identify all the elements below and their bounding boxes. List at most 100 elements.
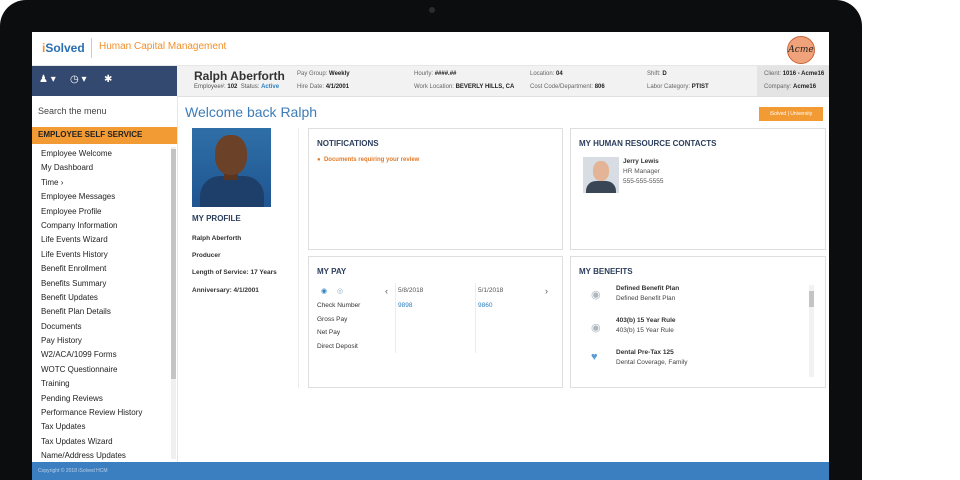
sidebar-item-tax-updates[interactable]: Tax Updates: [32, 420, 171, 434]
photo-body: [200, 176, 264, 207]
section-title: EMPLOYEE SELF SERVICE: [38, 130, 143, 139]
sidebar-item-documents[interactable]: Documents: [32, 320, 171, 334]
my-profile-title: MY PROFILE: [192, 214, 241, 223]
sidebar-item-employee-welcome[interactable]: Employee Welcome: [32, 147, 171, 161]
benefit-name[interactable]: Defined Benefit Plan: [616, 285, 679, 292]
company-field: Company: Acme16: [764, 84, 816, 90]
hire-date-field: Hire Date: 4/1/2001: [297, 84, 349, 90]
profile-service: Length of Service: 17 Years: [192, 269, 277, 276]
user-icon[interactable]: ♟ ▾: [39, 74, 56, 85]
company-value: Acme16: [793, 84, 817, 90]
work-location-label: Work Location:: [414, 84, 454, 90]
pay-prev-button[interactable]: ‹: [385, 286, 388, 296]
sidebar-item-benefit-updates[interactable]: Benefit Updates: [32, 291, 171, 305]
shift-label: Shift:: [647, 71, 661, 77]
sidebar-item-life-events-history[interactable]: Life Events History: [32, 248, 171, 262]
pay-check-2-link[interactable]: 9860: [478, 302, 492, 309]
labor-category-value: PTIST: [691, 84, 709, 90]
sidebar-item-pending-reviews[interactable]: Pending Reviews: [32, 392, 171, 406]
pay-label-direct-deposit: Direct Deposit: [317, 343, 358, 350]
my-benefits-title: MY BENEFITS: [579, 267, 633, 276]
client-field: Client: 1016 - Acme16: [764, 71, 824, 77]
sidebar-item-company-information[interactable]: Company Information: [32, 219, 171, 233]
hourly-field: Hourly: ####.##: [414, 71, 456, 77]
pay-column-divider: [475, 283, 476, 353]
benefit-sub: Defined Benefit Plan: [616, 295, 676, 302]
client-value: 1016 - Acme16: [782, 71, 825, 77]
employee-strip: Ralph Aberforth Employee#: 102 Status: A…: [177, 66, 829, 97]
location-label: Location:: [530, 71, 555, 77]
pay-group-label: Pay Group:: [297, 71, 328, 77]
sidebar-item-tax-updates-wizard[interactable]: Tax Updates Wizard: [32, 435, 171, 449]
contact-name: Jerry Lewis: [623, 158, 659, 165]
clock-icon[interactable]: ◷ ▾: [70, 74, 87, 85]
benefit-name[interactable]: 403(b) 15 Year Rule: [616, 317, 676, 324]
sidebar-item-benefit-plan-details[interactable]: Benefit Plan Details: [32, 305, 171, 319]
footer: Copyright © 2018 iSolved HCM: [32, 462, 829, 480]
isolved-logo[interactable]: iSolved: [42, 41, 85, 55]
camera-dot: [429, 7, 435, 13]
client-label: Client:: [764, 71, 782, 77]
hourly-value: ####.##: [434, 71, 457, 77]
benefit-sub: Dental Coverage, Family: [616, 359, 688, 366]
notifications-title: NOTIFICATIONS: [317, 139, 379, 148]
hourly-label: Hourly:: [414, 71, 434, 77]
profile-role: Producer: [192, 252, 221, 259]
sidebar-item-employee-profile[interactable]: Employee Profile: [32, 205, 171, 219]
piggy-bank-icon: ◉: [591, 322, 601, 334]
benefit-sub: 403(b) 15 Year Rule: [616, 327, 674, 334]
section-employee-self-service[interactable]: EMPLOYEE SELF SERVICE: [32, 127, 177, 144]
pay-label-gross-pay: Gross Pay: [317, 316, 348, 323]
hr-contacts-title: MY HUMAN RESOURCE CONTACTS: [579, 139, 717, 148]
client-box: Client: 1016 - Acme16 Company: Acme16: [757, 66, 829, 96]
pay-check-1-link[interactable]: 9898: [398, 302, 412, 309]
sidebar-item-benefit-enrollment[interactable]: Benefit Enrollment: [32, 262, 171, 276]
benefits-scrollbar[interactable]: [809, 285, 814, 377]
sidebar-item-performance-review-history[interactable]: Performance Review History: [32, 406, 171, 420]
status-badge: Active: [261, 84, 280, 90]
sidebar-scrollbar[interactable]: [171, 147, 176, 459]
labor-category-field: Labor Category: PTIST: [647, 84, 709, 90]
pay-column-divider: [395, 283, 396, 353]
bell-icon: ●: [317, 157, 321, 163]
company-label: Company:: [764, 84, 792, 90]
contact-role: HR Manager: [623, 168, 660, 175]
contact-avatar-head: [593, 161, 609, 181]
logo-text: Solved: [45, 41, 85, 55]
sidebar-item-w2-forms[interactable]: W2/ACA/1099 Forms: [32, 348, 171, 362]
benefits-scroll-thumb[interactable]: [809, 291, 814, 307]
sidebar: Search the menu EMPLOYEE SELF SERVICE Em…: [32, 96, 178, 462]
sidebar-item-training[interactable]: Training: [32, 377, 171, 391]
hire-date-label: Hire Date:: [297, 84, 325, 90]
sidebar-item-my-dashboard[interactable]: My Dashboard: [32, 161, 171, 175]
benefit-name[interactable]: Dental Pre-Tax 125: [616, 349, 674, 356]
notifications-card: NOTIFICATIONS ● Documents requiring your…: [308, 128, 563, 250]
nav-toolbar: ♟ ▾ ◷ ▾ ✱: [32, 66, 177, 96]
copyright-text: Copyright © 2018 iSolved HCM: [38, 468, 108, 474]
sidebar-item-pay-history[interactable]: Pay History: [32, 334, 171, 348]
contact-avatar: [583, 157, 619, 193]
eye-slash-icon[interactable]: ◎: [337, 287, 343, 295]
pin-icon[interactable]: ✱: [104, 74, 112, 85]
sidebar-item-life-events-wizard[interactable]: Life Events Wizard: [32, 233, 171, 247]
sidebar-item-employee-messages[interactable]: Employee Messages: [32, 190, 171, 204]
eye-icon[interactable]: ◉: [321, 287, 327, 295]
search-input[interactable]: Search the menu: [38, 106, 107, 116]
work-location-field: Work Location: BEVERLY HILLS, CA: [414, 84, 514, 90]
sidebar-item-benefits-summary[interactable]: Benefits Summary: [32, 277, 171, 291]
university-button[interactable]: iSolved | University: [759, 107, 823, 121]
contact-avatar-body: [586, 181, 616, 193]
sidebar-scroll-thumb[interactable]: [171, 149, 176, 379]
notification-text: Documents requiring your review: [323, 157, 420, 163]
notification-documents-link[interactable]: ● Documents requiring your review: [317, 157, 419, 163]
shift-value: D: [662, 71, 667, 77]
profile-anniversary: Anniversary: 4/1/2001: [192, 287, 259, 294]
company-logo: Acme: [787, 36, 815, 64]
sidebar-item-time[interactable]: Time ›: [32, 176, 171, 190]
cost-code-label: Cost Code/Department:: [530, 84, 594, 90]
pay-next-button[interactable]: ›: [545, 286, 548, 296]
location-field: Location: 04: [530, 71, 563, 77]
cost-code-field: Cost Code/Department: 806: [530, 84, 605, 90]
employee-number-label: Employee#:: [194, 84, 226, 90]
sidebar-item-wotc-questionnaire[interactable]: WOTC Questionnaire: [32, 363, 171, 377]
